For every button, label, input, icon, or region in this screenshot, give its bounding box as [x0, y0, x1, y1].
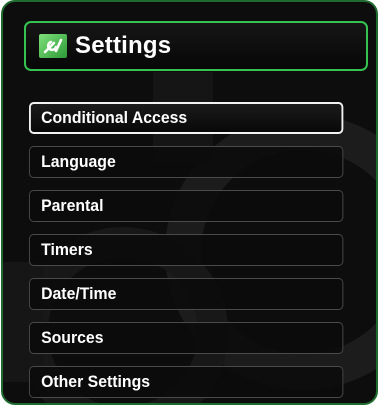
menu-item-label: Parental — [41, 196, 104, 215]
menu-item-label: Sources — [41, 328, 104, 347]
settings-menu: Conditional Access Language Parental Tim… — [29, 102, 369, 403]
menu-item-label: Other Settings — [41, 372, 151, 391]
menu-item-conditional-access[interactable]: Conditional Access — [29, 102, 344, 134]
settings-panel: Settings Conditional Access Language Par… — [1, 0, 378, 405]
menu-item-label: Conditional Access — [41, 108, 188, 127]
settings-title-bar: Settings — [24, 21, 368, 71]
menu-item-other-settings[interactable]: Other Settings — [29, 366, 344, 398]
menu-item-timers[interactable]: Timers — [29, 234, 344, 266]
menu-item-sources[interactable]: Sources — [29, 322, 344, 354]
menu-item-label: Date/Time — [41, 284, 117, 303]
menu-item-date-time[interactable]: Date/Time — [29, 278, 344, 310]
settings-tools-icon — [39, 34, 67, 58]
menu-item-parental[interactable]: Parental — [29, 190, 344, 222]
page-title: Settings — [75, 32, 172, 59]
menu-item-label: Language — [41, 152, 116, 171]
menu-item-language[interactable]: Language — [29, 146, 344, 178]
menu-item-label: Timers — [41, 240, 93, 259]
